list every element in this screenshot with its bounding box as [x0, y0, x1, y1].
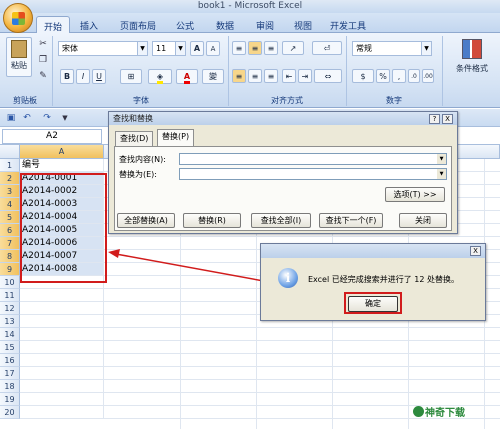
find-input[interactable]: ▼ — [179, 153, 447, 165]
chevron-down-icon[interactable]: ▼ — [437, 154, 446, 164]
office-logo-icon — [12, 12, 25, 25]
replace-label: 替换为(E): — [119, 170, 157, 179]
tab-replace[interactable]: 替换(P) — [157, 129, 195, 147]
message-close-button[interactable]: X — [470, 246, 481, 256]
info-icon: i — [278, 268, 298, 288]
find-all-button[interactable]: 查找全部(I) — [251, 213, 311, 228]
chevron-down-icon[interactable]: ▼ — [437, 169, 446, 179]
dialog-close-button[interactable]: X — [442, 114, 453, 124]
options-button[interactable]: 选项(T) >> — [385, 187, 445, 202]
dialog-panel: 查找内容(N): ▼ 替换为(E): ▼ 选项(T) >> 全部替换(A) 替换… — [114, 146, 452, 231]
highlight-box-ok — [344, 292, 402, 314]
watermark-logo-icon — [413, 406, 424, 417]
replace-input[interactable]: ▼ — [179, 168, 447, 180]
find-next-button[interactable]: 查找下一个(F) — [319, 213, 383, 228]
arrow-head — [108, 249, 120, 258]
help-button[interactable]: ? — [429, 114, 440, 124]
replace-all-button[interactable]: 全部替换(A) — [117, 213, 175, 228]
replace-button[interactable]: 替换(R) — [183, 213, 241, 228]
watermark: 神奇下载 — [425, 408, 465, 419]
find-replace-dialog: 查找和替换 ? X 查找(D) 替换(P) 查找内容(N): ▼ 替换为(E):… — [108, 111, 458, 234]
message-text: Excel 已经完成搜索并进行了 12 处替换。 — [308, 275, 459, 284]
find-label: 查找内容(N): — [119, 155, 166, 164]
tab-find[interactable]: 查找(D) — [115, 131, 154, 146]
message-box-title-bar — [261, 244, 485, 258]
office-button[interactable] — [3, 3, 33, 33]
close-dialog-button[interactable]: 关闭 — [399, 213, 447, 228]
dialog-title: 查找和替换 — [109, 112, 457, 125]
